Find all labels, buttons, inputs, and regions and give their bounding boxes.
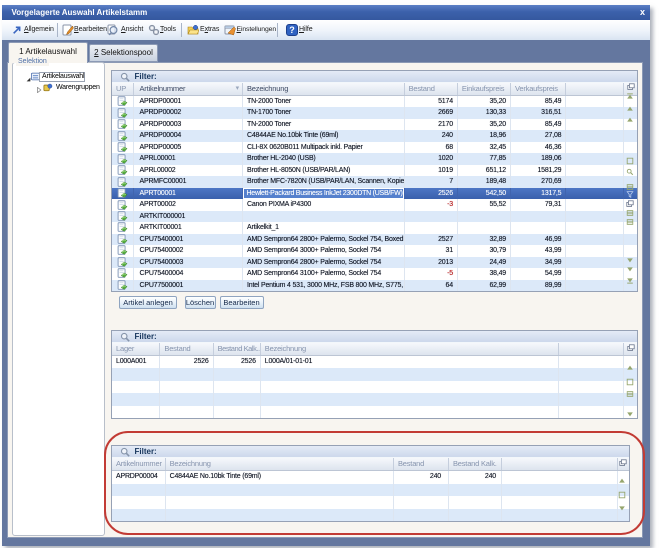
svg-text:?: ? [289,25,294,35]
